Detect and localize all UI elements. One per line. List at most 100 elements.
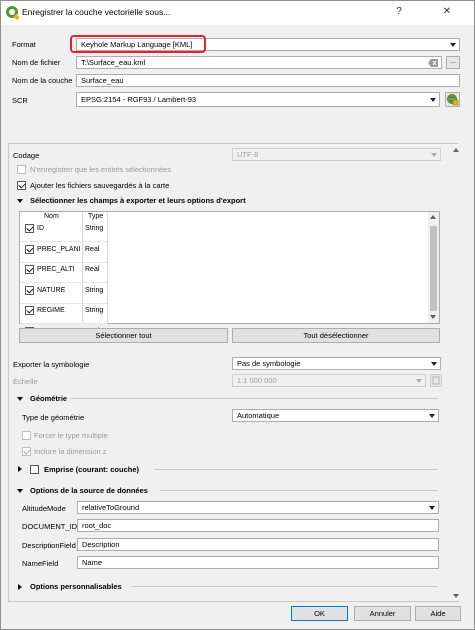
column-header-type[interactable]: Type	[88, 213, 103, 220]
section-divider	[132, 586, 438, 587]
chevron-down-icon	[430, 98, 436, 102]
geometry-type-select[interactable]: Automatique	[232, 409, 439, 422]
description-field-label: DescriptionField	[22, 541, 76, 550]
help-button[interactable]: Aide	[415, 606, 461, 621]
fields-section-title[interactable]: Sélectionner les champs à exporter et le…	[30, 196, 246, 205]
field-name: PREC_PLANI	[37, 246, 81, 253]
table-scroll-thumb[interactable]	[430, 226, 437, 311]
include-z-checkbox[interactable]	[22, 447, 31, 456]
filename-input[interactable]: T:\Surface_eau.kml	[76, 56, 442, 69]
altitude-mode-select[interactable]: relativeToGround	[77, 501, 439, 514]
description-field-input[interactable]: Description	[77, 538, 439, 551]
selected-only-checkbox[interactable]	[17, 165, 26, 174]
deselect-all-button[interactable]: Tout désélectionner	[232, 328, 440, 343]
field-name: NATURE	[37, 287, 66, 294]
clear-icon[interactable]	[428, 59, 438, 67]
field-checkbox[interactable]	[25, 224, 34, 233]
collapse-arrow-icon[interactable]	[17, 397, 23, 401]
field-type: String	[85, 287, 104, 294]
column-header-name[interactable]: Nom	[44, 213, 59, 220]
map-scale-icon[interactable]	[430, 374, 442, 387]
field-type: String	[85, 225, 104, 232]
crs-value: EPSG:2154 - RGF93 / Lambert-93	[81, 95, 197, 104]
field-checkbox[interactable]	[25, 265, 34, 274]
geometry-section-title[interactable]: Géométrie	[30, 394, 67, 403]
column-divider	[107, 212, 108, 322]
description-field-value: Description	[82, 540, 120, 549]
symbology-select[interactable]: Pas de symbologie	[232, 357, 441, 370]
add-saved-checkbox[interactable]	[17, 181, 26, 190]
browse-button[interactable]: ...	[446, 56, 460, 69]
cancel-button[interactable]: Annuler	[354, 606, 411, 621]
qgis-logo-icon	[6, 6, 20, 21]
scale-select[interactable]: 1:1 000 000	[232, 374, 426, 387]
expand-arrow-icon[interactable]	[18, 466, 22, 472]
force-multi-checkbox[interactable]	[22, 431, 31, 440]
panel-scrollbar[interactable]	[452, 144, 459, 601]
extent-section-title[interactable]: Emprise (courant: couche)	[44, 465, 139, 474]
section-divider	[160, 490, 438, 491]
table-row[interactable]: PREC_ALTI Real	[20, 262, 107, 283]
field-checkbox[interactable]	[25, 286, 34, 295]
add-saved-label: Ajouter les fichiers sauvegardés à la ca…	[30, 181, 170, 190]
extent-checkbox[interactable]	[30, 465, 39, 474]
field-checkbox[interactable]	[25, 245, 34, 254]
field-name: PREC_ALTI	[37, 266, 75, 273]
crs-select[interactable]: EPSG:2154 - RGF93 / Lambert-93	[76, 92, 440, 107]
table-row[interactable]: ID String	[20, 221, 107, 242]
layername-label: Nom de la couche	[12, 76, 73, 85]
custom-options-title[interactable]: Options personnalisables	[30, 582, 122, 591]
field-type: Real	[85, 246, 100, 253]
format-label: Format	[12, 40, 36, 49]
close-window-button[interactable]: ✕	[432, 3, 462, 21]
layername-input[interactable]: Surface_eau	[76, 74, 460, 87]
symbology-value: Pas de symbologie	[237, 359, 301, 368]
field-type: String	[85, 307, 104, 314]
selected-only-label: N'enregistrer que les entités sélectionn…	[30, 165, 172, 174]
geometry-type-label: Type de géométrie	[22, 413, 85, 422]
format-highlight-box	[70, 35, 206, 53]
encoding-label: Codage	[13, 151, 40, 160]
ok-button[interactable]: OK	[291, 606, 348, 621]
name-field-value: Name	[82, 558, 103, 567]
encoding-select[interactable]: UTF-8	[232, 148, 441, 161]
crs-label: SCR	[12, 96, 28, 105]
table-row[interactable]: PREC_PLANI Real	[20, 242, 107, 263]
datasource-section-title[interactable]: Options de la source de données	[30, 486, 148, 495]
layername-value: Surface_eau	[81, 76, 124, 85]
altitude-mode-label: AltitudeMode	[22, 504, 66, 513]
chevron-down-icon	[431, 153, 437, 157]
window-title: Enregistrer la couche vectorielle sous..…	[22, 7, 171, 17]
chevron-down-icon	[431, 362, 437, 366]
encoding-value: UTF-8	[237, 150, 259, 159]
force-multi-label: Forcer le type multiple	[34, 431, 108, 440]
scroll-down-icon[interactable]	[430, 315, 436, 319]
collapse-arrow-icon[interactable]	[17, 489, 23, 493]
chevron-down-icon	[416, 379, 422, 383]
filename-label: Nom de fichier	[12, 58, 61, 67]
name-field-input[interactable]: Name	[77, 556, 439, 569]
chevron-down-icon	[429, 414, 435, 418]
document-id-value: root_doc	[82, 521, 112, 530]
document-id-input[interactable]: root_doc	[77, 519, 439, 532]
scroll-up-icon[interactable]	[453, 148, 459, 152]
expand-arrow-icon[interactable]	[18, 584, 22, 590]
chevron-down-icon	[429, 506, 435, 510]
scroll-up-icon[interactable]	[430, 215, 436, 219]
symbology-label: Exporter la symbologie	[13, 360, 90, 369]
section-divider	[70, 398, 438, 399]
chevron-down-icon	[450, 43, 456, 47]
table-row[interactable]: REGIME String	[20, 303, 107, 324]
field-checkbox[interactable]	[25, 306, 34, 315]
name-field-label: NameField	[22, 559, 59, 568]
field-name: REGIME	[37, 307, 65, 314]
crs-selector-icon[interactable]	[445, 92, 460, 107]
help-title-button[interactable]: ?	[384, 3, 414, 21]
field-name: ID	[37, 225, 44, 232]
geometry-type-value: Automatique	[237, 411, 280, 420]
scale-label: Échelle	[13, 377, 38, 386]
select-all-button[interactable]: Sélectionner tout	[19, 328, 228, 343]
scroll-down-icon[interactable]	[453, 594, 459, 598]
table-row[interactable]: NATURE String	[20, 283, 107, 304]
collapse-arrow-icon[interactable]	[17, 199, 23, 203]
